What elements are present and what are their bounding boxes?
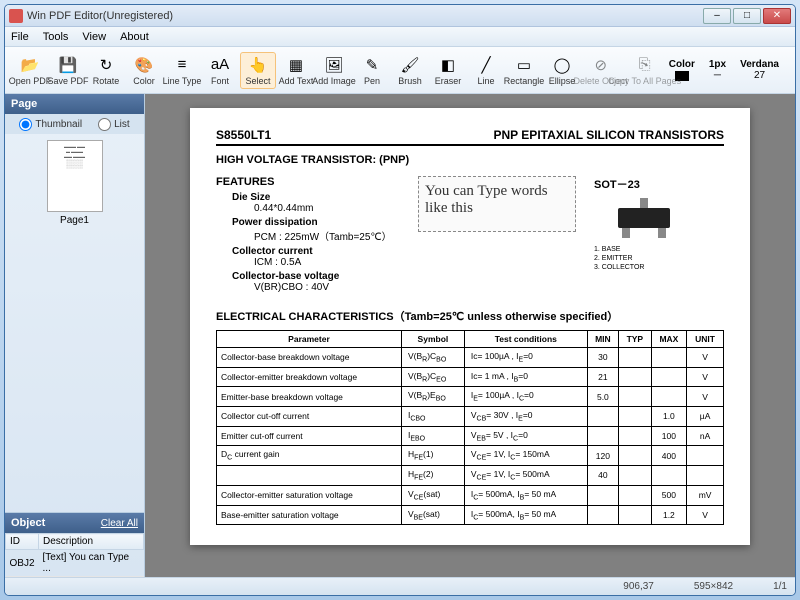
status-pos: 906,37	[623, 581, 654, 592]
clear-all-link[interactable]: Clear All	[101, 518, 138, 529]
table-row: Collector-base breakdown voltageV(BR)CBO…	[217, 348, 724, 368]
line-icon: ╱	[476, 55, 496, 75]
typed-text-object[interactable]: You can Type words like this	[418, 176, 576, 232]
rect-button[interactable]: ▭Rectangle	[506, 52, 542, 89]
table-row: Collector-emitter saturation voltageVCE(…	[217, 485, 724, 505]
col-desc[interactable]: Description	[39, 534, 144, 550]
package-diagram	[594, 198, 694, 240]
menu-file[interactable]: File	[11, 31, 29, 43]
document-area[interactable]: S8550LT1 PNP EPITAXIAL SILICON TRANSISTO…	[145, 94, 795, 577]
thumbnail-list: ▬▬▬ ▬▬▬ ▬▬▬▬▬ ▬▬▬░░░░░░░░░░░░ Page1	[5, 134, 144, 512]
view-mode-row: Thumbnail List	[5, 114, 144, 134]
color-icon: 🎨	[134, 55, 154, 75]
window-title: Win PDF Editor(Unregistered)	[27, 10, 703, 22]
menu-about[interactable]: About	[120, 31, 149, 43]
font-icon: aA	[210, 55, 230, 75]
addimage-button[interactable]: 🖼Add Image	[316, 52, 352, 89]
rect-icon: ▭	[514, 55, 534, 75]
eraser-button[interactable]: ◧Eraser	[430, 52, 466, 89]
save-icon: 💾	[58, 55, 78, 75]
object-panel-header: Object Clear All	[5, 513, 144, 533]
table-row: HFE(2)VCE= 1V, IC= 500mA40	[217, 466, 724, 486]
brush-button[interactable]: 🖌Brush	[392, 52, 428, 89]
close-button[interactable]: ✕	[763, 8, 791, 24]
pen-button[interactable]: ✎Pen	[354, 52, 390, 89]
pen-icon: ✎	[362, 55, 382, 75]
characteristics-table: ParameterSymbolTest conditionsMINTYPMAXU…	[216, 330, 724, 525]
color-button[interactable]: 🎨Color	[126, 52, 162, 89]
list-radio[interactable]: List	[98, 118, 130, 131]
select-icon: 👆	[248, 55, 268, 75]
open-button[interactable]: 📂Open PDF	[12, 52, 48, 89]
delobj-icon: ⊘	[591, 55, 611, 75]
table-row: Collector cut-off currentICBOVCB= 30V , …	[217, 407, 724, 427]
part-number: S8550LT1	[216, 128, 271, 142]
app-icon	[9, 9, 23, 23]
addtext-icon: ▦	[286, 55, 306, 75]
ellipse-icon: ◯	[552, 55, 572, 75]
content-area: Page Thumbnail List ▬▬▬ ▬▬▬ ▬▬▬▬▬ ▬▬▬░░░…	[5, 94, 795, 577]
select-button[interactable]: 👆Select	[240, 52, 276, 89]
minimize-button[interactable]: –	[703, 8, 731, 24]
page-panel-header: Page	[5, 94, 144, 114]
linetype-icon: ≡	[172, 55, 192, 75]
col-id[interactable]: ID	[6, 534, 39, 550]
table-row: Emitter-base breakdown voltageV(BR)EBOIE…	[217, 387, 724, 407]
save-button[interactable]: 💾Save PDF	[50, 52, 86, 89]
toolbar: 📂Open PDF💾Save PDF↻Rotate🎨Color≡Line Typ…	[5, 47, 795, 94]
brush-icon: 🖌	[400, 55, 420, 75]
menu-view[interactable]: View	[82, 31, 106, 43]
thumbnail-label: Page1	[11, 215, 138, 226]
status-page: 1/1	[773, 581, 787, 592]
left-panel: Page Thumbnail List ▬▬▬ ▬▬▬ ▬▬▬▬▬ ▬▬▬░░░…	[5, 94, 145, 577]
elec-header: ELECTRICAL CHARACTERISTICS（Tamb=25℃ unle…	[216, 308, 724, 324]
table-row: Base-emitter saturation voltageVBE(sat)I…	[217, 505, 724, 525]
copyall-button: ⎘Copy To All Pages	[622, 52, 668, 89]
object-table: IDDescription OBJ2[Text] You can Type ..…	[5, 533, 144, 577]
table-row: Collector-emitter breakdown voltageV(BR)…	[217, 367, 724, 387]
pdf-page: S8550LT1 PNP EPITAXIAL SILICON TRANSISTO…	[190, 108, 750, 545]
titlebar[interactable]: Win PDF Editor(Unregistered) – □ ✕	[5, 5, 795, 27]
table-row[interactable]: OBJ2[Text] You can Type ...	[6, 550, 144, 577]
doc-subtitle: HIGH VOLTAGE TRANSISTOR: (PNP)	[216, 154, 724, 166]
package-title: SOT－23	[594, 176, 724, 192]
statusbar: 906,37 595×842 1/1	[5, 577, 795, 595]
table-row: Emitter cut-off currentIEBOVEB= 5V , IC=…	[217, 426, 724, 446]
table-row: DC current gainHFE(1)VCE= 1V, IC= 150mA1…	[217, 446, 724, 466]
thumbnail-radio[interactable]: Thumbnail	[19, 118, 82, 131]
status-size: 595×842	[694, 581, 733, 592]
addimage-icon: 🖼	[324, 55, 344, 75]
menu-tools[interactable]: Tools	[43, 31, 69, 43]
addtext-button[interactable]: ▦Add Text	[278, 52, 314, 89]
features-header: FEATURES	[216, 176, 400, 188]
page-thumbnail[interactable]: ▬▬▬ ▬▬▬ ▬▬▬▬▬ ▬▬▬░░░░░░░░░░░░	[47, 140, 103, 212]
font-button[interactable]: aAFont	[202, 52, 238, 89]
line-button[interactable]: ╱Line	[468, 52, 504, 89]
object-panel: Object Clear All IDDescription OBJ2[Text…	[5, 512, 144, 577]
eraser-icon: ◧	[438, 55, 458, 75]
open-icon: 📂	[20, 55, 40, 75]
app-window: Win PDF Editor(Unregistered) – □ ✕ File …	[4, 4, 796, 596]
maximize-button[interactable]: □	[733, 8, 761, 24]
rotate-button[interactable]: ↻Rotate	[88, 52, 124, 89]
copyall-icon: ⎘	[635, 55, 655, 75]
linetype-button[interactable]: ≡Line Type	[164, 52, 200, 89]
rotate-icon: ↻	[96, 55, 116, 75]
menubar: File Tools View About	[5, 27, 795, 47]
doc-title: PNP EPITAXIAL SILICON TRANSISTORS	[494, 128, 724, 142]
